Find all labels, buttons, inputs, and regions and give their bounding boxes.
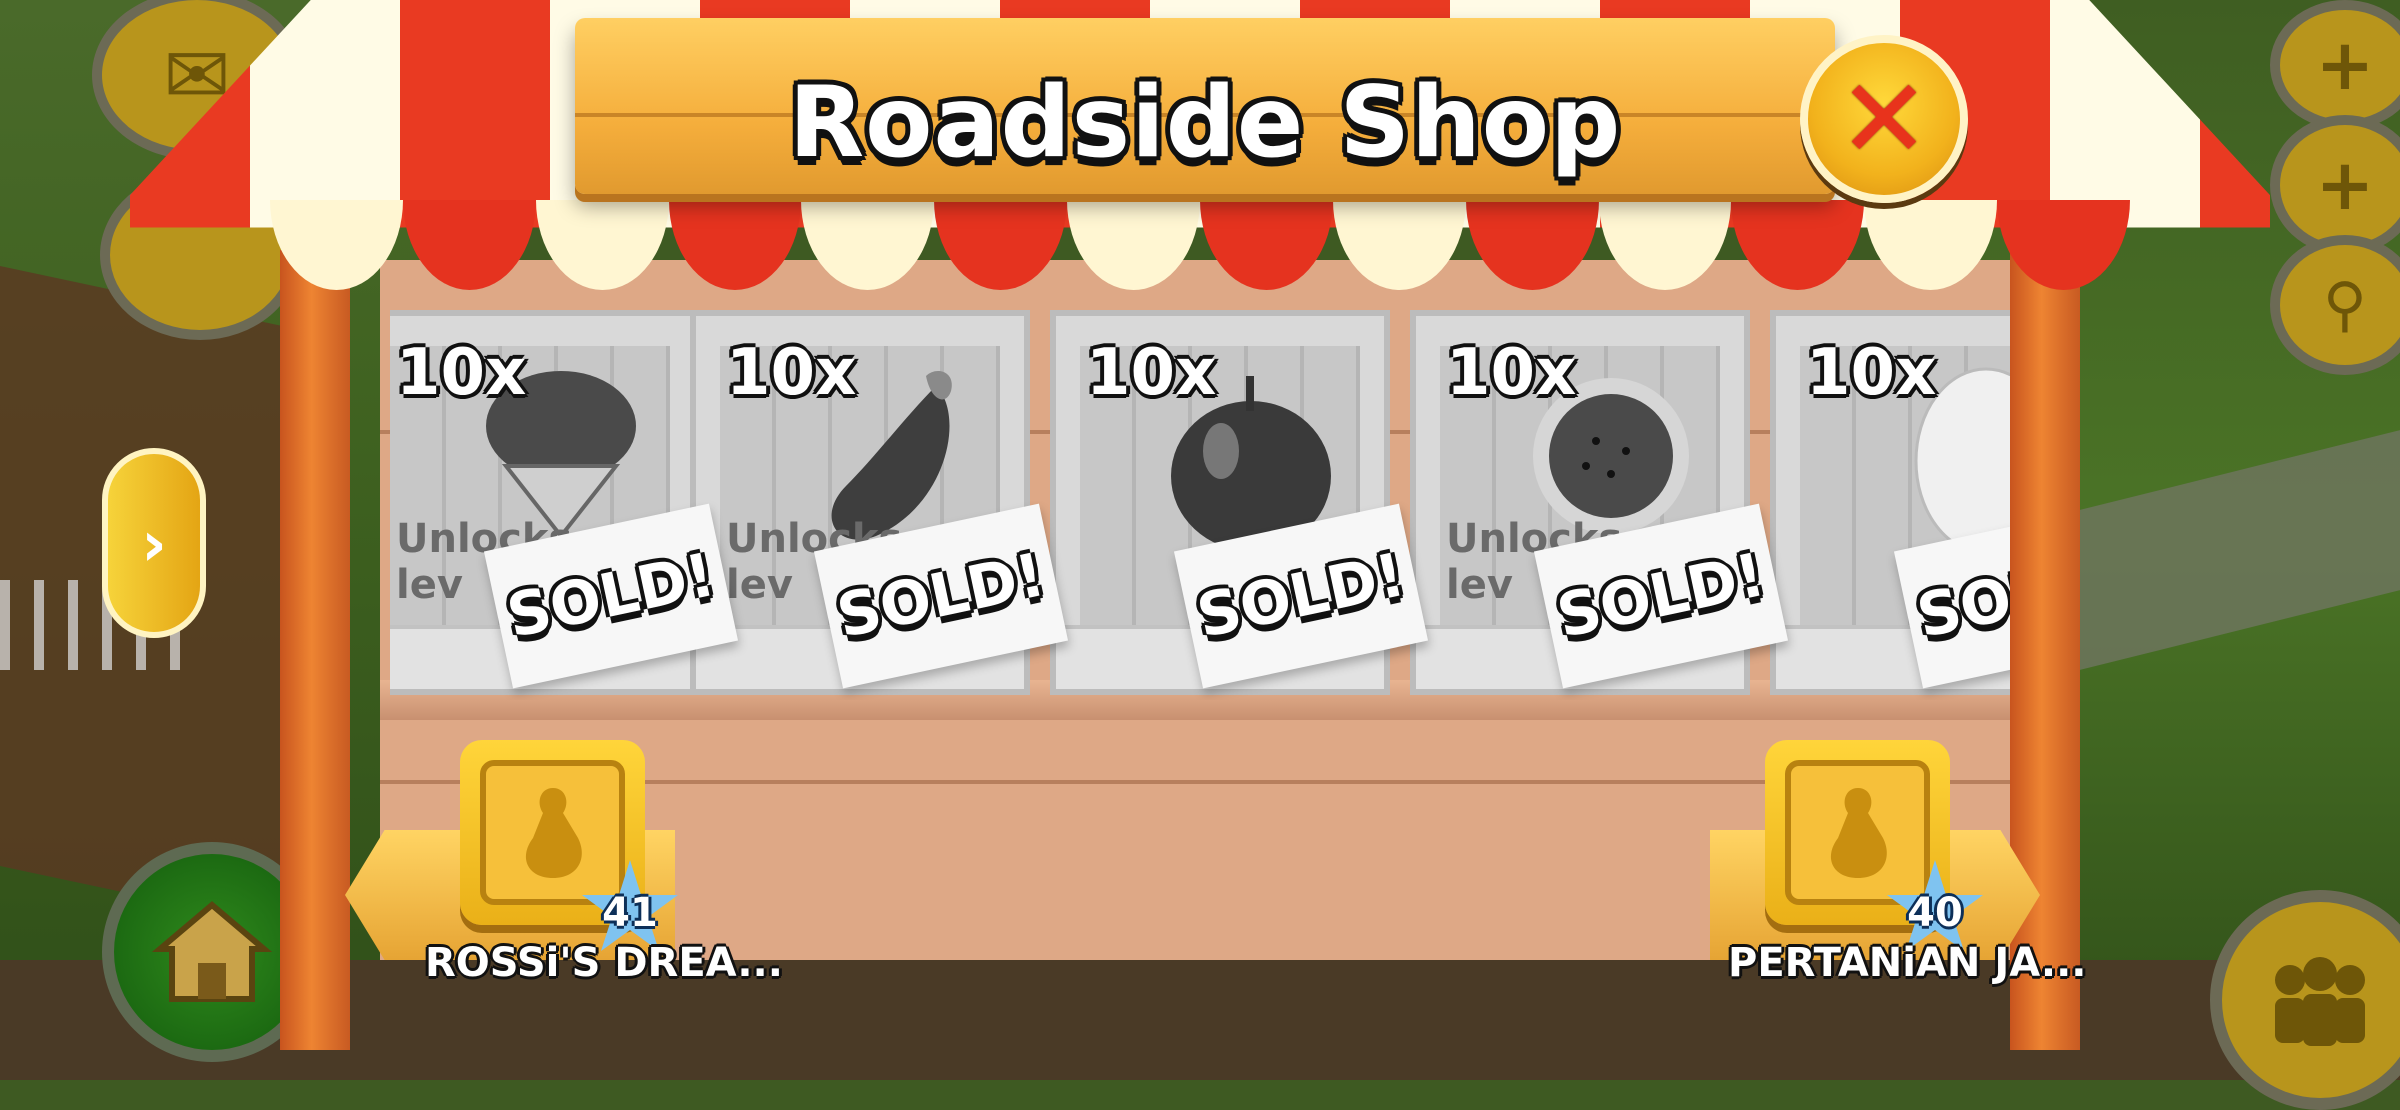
sold-label: SOLD! bbox=[501, 539, 721, 653]
page-title: Roadside Shop bbox=[788, 66, 1622, 180]
awning-scallops bbox=[270, 200, 2131, 290]
crate-quantity: 10x bbox=[396, 336, 527, 410]
shop-crate[interactable]: 10x SOLD! bbox=[1050, 310, 1429, 695]
plus-icon: + bbox=[2315, 24, 2375, 106]
shop-crate[interactable]: 10x Unlocks at lev SOLD! bbox=[390, 310, 739, 695]
farmer-level: 41 bbox=[602, 890, 658, 936]
avatar-window bbox=[1785, 760, 1930, 905]
search-icon: ⚲ bbox=[2323, 270, 2367, 340]
friends-icon bbox=[2275, 957, 2365, 1046]
crate-quantity: 10x bbox=[726, 336, 857, 410]
sold-label: SOLD! bbox=[1911, 539, 2010, 653]
sold-label: SOLD! bbox=[1551, 539, 1771, 653]
rooster-icon bbox=[525, 787, 582, 878]
farmer-level: 40 bbox=[1907, 890, 1963, 936]
close-button[interactable]: ✕ bbox=[1800, 35, 1968, 203]
plus-icon: + bbox=[2315, 144, 2375, 226]
shop-crate[interactable]: 10x SOLD! bbox=[1770, 310, 2010, 695]
sold-label: SOLD! bbox=[831, 539, 1051, 653]
title-board: Roadside Shop bbox=[575, 18, 1835, 194]
sold-label: SOLD! bbox=[1191, 539, 1411, 653]
crate-quantity: 10x bbox=[1086, 336, 1217, 410]
crate-quantity: 10x bbox=[1806, 336, 1937, 410]
close-icon: ✕ bbox=[1837, 55, 1931, 183]
crate-quantity: 10x bbox=[1446, 336, 1577, 410]
shop-crates: 10x Unlocks at lev SOLD! 10x Unlocks at … bbox=[390, 310, 2010, 700]
rooster-icon bbox=[1830, 787, 1887, 878]
stall-post-left bbox=[280, 250, 350, 1050]
farmer-badge-right[interactable]: 40 PERTANiAN JA... bbox=[1710, 740, 2087, 1000]
farmer-name: PERTANiAN JA... bbox=[1728, 940, 2087, 986]
shop-crate[interactable]: 10x Unlocks at lev SOLD! bbox=[1410, 310, 1789, 695]
farmer-name: ROSSi'S DREA... bbox=[425, 940, 783, 986]
shop-crate[interactable]: 10x Unlocks at lev SOLD! bbox=[690, 310, 1069, 695]
avatar-window bbox=[480, 760, 625, 905]
farmer-badge-left[interactable]: 41 ROSSi'S DREA... bbox=[345, 740, 783, 1000]
